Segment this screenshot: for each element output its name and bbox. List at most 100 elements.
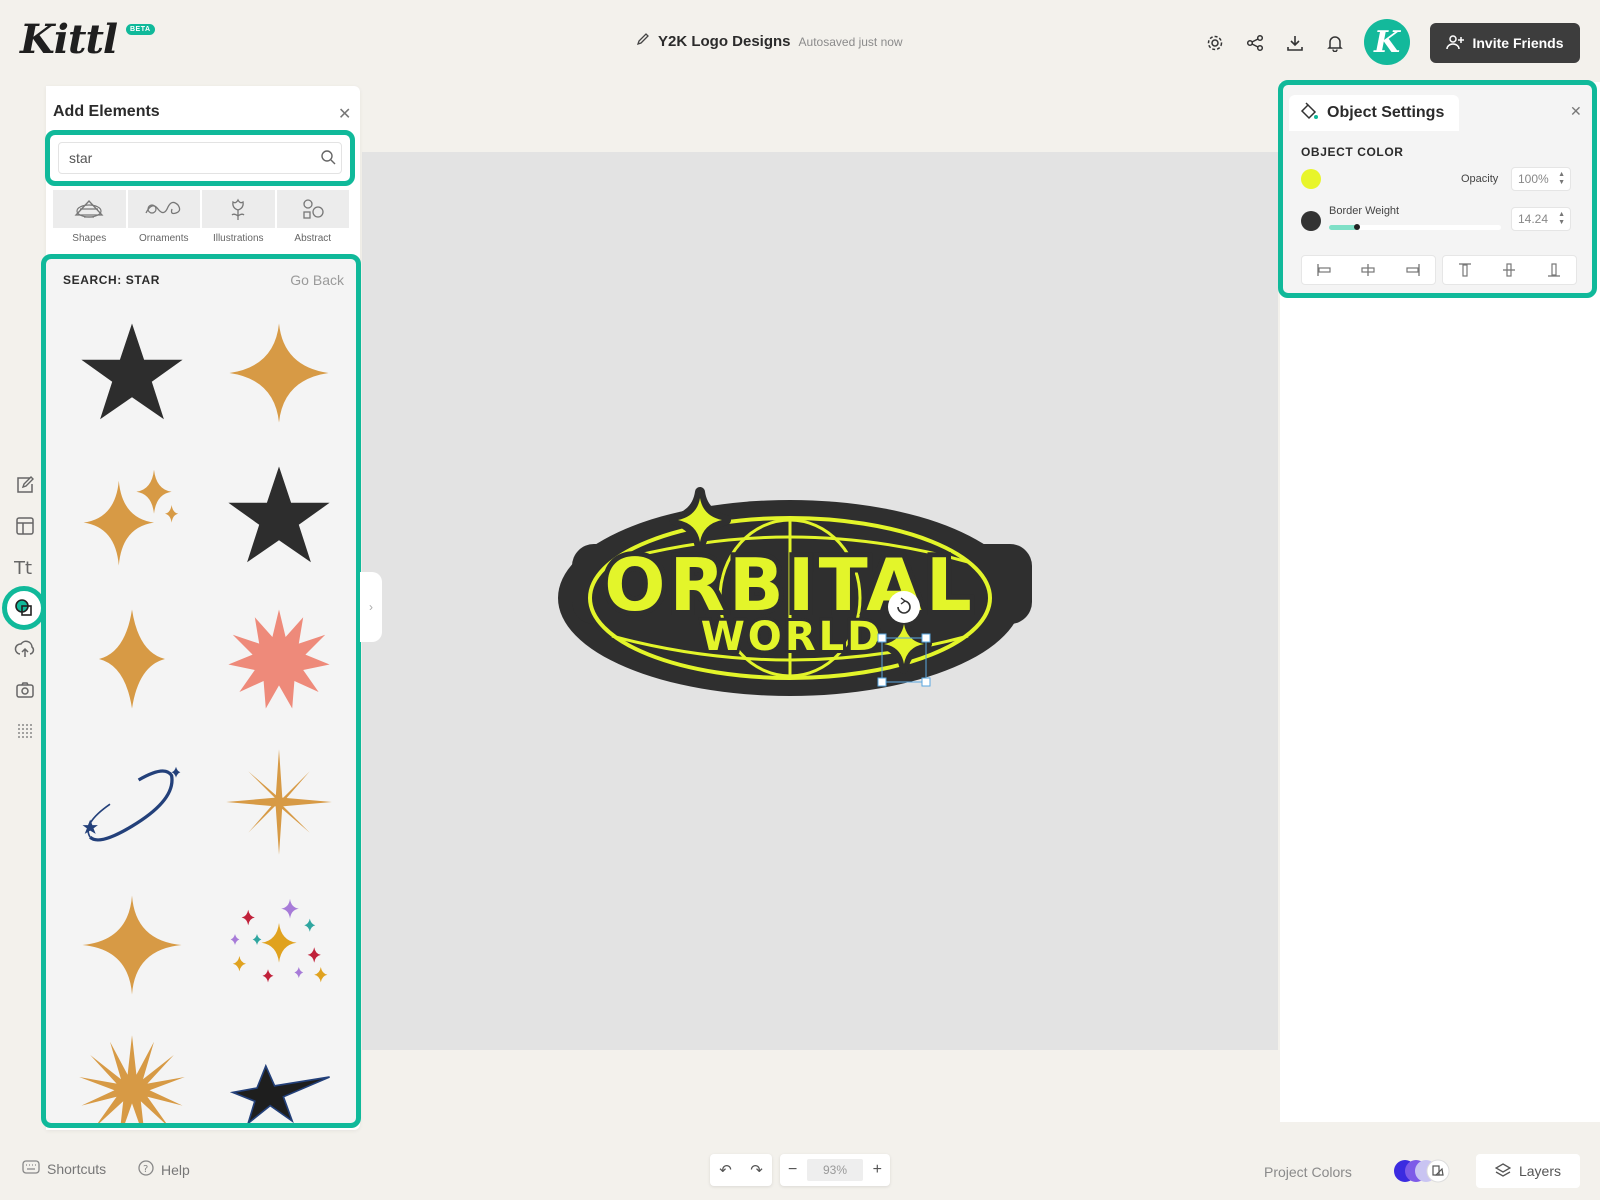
align-bottom-icon[interactable] (1532, 256, 1576, 284)
search-box-highlight (45, 130, 355, 186)
result-pink-starburst[interactable] (207, 587, 350, 730)
share-icon[interactable] (1244, 32, 1266, 54)
document-title[interactable]: Y2K Logo Designs (658, 33, 791, 50)
slider-knob[interactable] (1354, 224, 1360, 230)
autosave-status: Autosaved just now (798, 34, 903, 49)
kittl-logo[interactable]: Kittl (20, 16, 118, 63)
ornaments-icon (127, 190, 200, 228)
zoom-out-icon[interactable]: − (788, 1161, 797, 1179)
close-panel-icon[interactable]: ✕ (338, 104, 351, 124)
undo-icon[interactable]: ↶ (719, 1161, 732, 1179)
category-abstract[interactable]: Abstract (276, 190, 349, 248)
opacity-value: 100% (1518, 172, 1549, 186)
document-title-area[interactable]: Y2K Logo Designs Autosaved just now (636, 32, 903, 51)
result-gold-sparkle-2[interactable] (60, 873, 203, 1016)
settings-gear-icon[interactable] (1204, 32, 1226, 54)
object-settings-body: OBJECT COLOR Opacity 100% ▲ ▼ Border Weig… (1289, 131, 1586, 285)
align-right-icon[interactable] (1391, 256, 1435, 284)
paint-bucket-icon (1299, 101, 1319, 126)
category-shapes[interactable]: Shapes (53, 190, 126, 248)
illustrations-flower-icon (202, 190, 275, 228)
collapse-panel-handle[interactable]: › (360, 572, 382, 642)
zoom-level[interactable]: 93% (807, 1159, 863, 1181)
alignment-toolbar (1301, 255, 1577, 285)
category-label: Shapes (72, 233, 107, 244)
edit-icon[interactable] (14, 474, 36, 496)
stepper-arrows-icon[interactable]: ▲ ▼ (1558, 211, 1565, 227)
category-illustrations[interactable]: Illustrations (202, 190, 275, 248)
result-gold-four-point-star[interactable] (60, 587, 203, 730)
search-icon[interactable] (320, 149, 336, 170)
zoom-in-icon[interactable]: + (873, 1161, 882, 1179)
result-colorful-sparkles[interactable] (207, 873, 350, 1016)
design-canvas[interactable]: ORBITAL WORLD (362, 152, 1278, 1050)
invite-friends-label: Invite Friends (1472, 35, 1564, 51)
elements-tool-active[interactable] (2, 586, 46, 630)
patterns-grid-icon[interactable] (14, 720, 36, 742)
layers-button[interactable]: Layers (1476, 1154, 1580, 1188)
layers-label: Layers (1518, 1163, 1562, 1179)
close-settings-icon[interactable]: ✕ (1570, 103, 1582, 120)
help-link[interactable]: ? Help (138, 1160, 190, 1179)
templates-layout-icon[interactable] (14, 515, 36, 537)
add-elements-title: Add Elements (53, 103, 160, 120)
download-icon[interactable] (1284, 32, 1306, 54)
user-avatar[interactable]: K (1364, 19, 1410, 65)
category-label: Illustrations (212, 233, 264, 244)
slider-fill (1329, 225, 1357, 230)
align-left-icon[interactable] (1302, 256, 1346, 284)
beta-badge: BETA (126, 24, 155, 35)
border-color-swatch[interactable] (1301, 211, 1321, 231)
align-middle-vertical-icon[interactable] (1487, 256, 1531, 284)
search-input[interactable] (58, 142, 342, 174)
svg-text:Tt: Tt (14, 558, 32, 577)
upload-icon[interactable] (14, 638, 36, 660)
rotate-handle-icon[interactable] (888, 591, 920, 623)
horizontal-align-group (1301, 255, 1436, 285)
result-black-five-point-star[interactable] (60, 301, 203, 444)
result-blue-orbit-star[interactable] (60, 730, 203, 873)
redo-icon[interactable]: ↷ (750, 1161, 763, 1179)
layers-icon (1494, 1162, 1512, 1181)
camera-photos-icon[interactable] (14, 679, 36, 701)
help-label: Help (161, 1161, 190, 1178)
opacity-input[interactable]: 100% ▲ ▼ (1511, 167, 1571, 191)
project-colors-label[interactable]: Project Colors (1264, 1164, 1352, 1180)
object-settings-title: Object Settings (1327, 104, 1445, 121)
vertical-align-group (1442, 255, 1577, 285)
border-weight-slider[interactable] (1329, 224, 1501, 230)
search-results-panel: SEARCH: STAR Go Back (41, 254, 361, 1128)
search-results-header: SEARCH: STAR (63, 273, 160, 287)
border-weight-input[interactable]: 14.24 ▲ ▼ (1511, 207, 1571, 231)
align-top-icon[interactable] (1443, 256, 1487, 284)
result-gold-sparkle[interactable] (207, 301, 350, 444)
align-center-horizontal-icon[interactable] (1346, 256, 1390, 284)
svg-text:?: ? (143, 1164, 148, 1175)
pencil-icon (636, 32, 650, 51)
result-gold-sunburst[interactable] (60, 1016, 203, 1123)
category-label: Abstract (294, 233, 332, 244)
object-settings-tab[interactable]: Object Settings (1289, 95, 1459, 131)
keyboard-icon (22, 1160, 40, 1177)
object-color-label: OBJECT COLOR (1301, 145, 1404, 159)
result-gold-eight-point-star[interactable] (207, 730, 350, 873)
shapes-icon (53, 190, 126, 228)
shortcuts-link[interactable]: Shortcuts (22, 1160, 106, 1177)
notification-bell-icon[interactable] (1324, 32, 1346, 54)
result-black-star-2[interactable] (207, 444, 350, 587)
element-categories: Shapes Ornaments Illustrations Abstract (53, 190, 349, 248)
abstract-shapes-icon (276, 190, 349, 228)
category-ornaments[interactable]: Ornaments (127, 190, 200, 248)
fill-color-swatch[interactable] (1301, 169, 1321, 189)
opacity-label: Opacity (1461, 173, 1499, 185)
project-colors-toggle[interactable] (1392, 1158, 1452, 1184)
text-tool-icon[interactable]: Tt (14, 556, 36, 578)
result-black-shooting-star[interactable] (207, 1016, 350, 1123)
orbital-world-logo[interactable]: ORBITAL WORLD (558, 487, 1032, 696)
stepper-arrows-icon[interactable]: ▲ ▼ (1558, 171, 1565, 187)
undo-redo-controls: ↶ ↷ (710, 1154, 772, 1186)
results-grid (60, 301, 350, 1123)
invite-friends-button[interactable]: Invite Friends (1430, 23, 1580, 63)
result-gold-sparkle-cluster[interactable] (60, 444, 203, 587)
go-back-link[interactable]: Go Back (290, 272, 344, 288)
